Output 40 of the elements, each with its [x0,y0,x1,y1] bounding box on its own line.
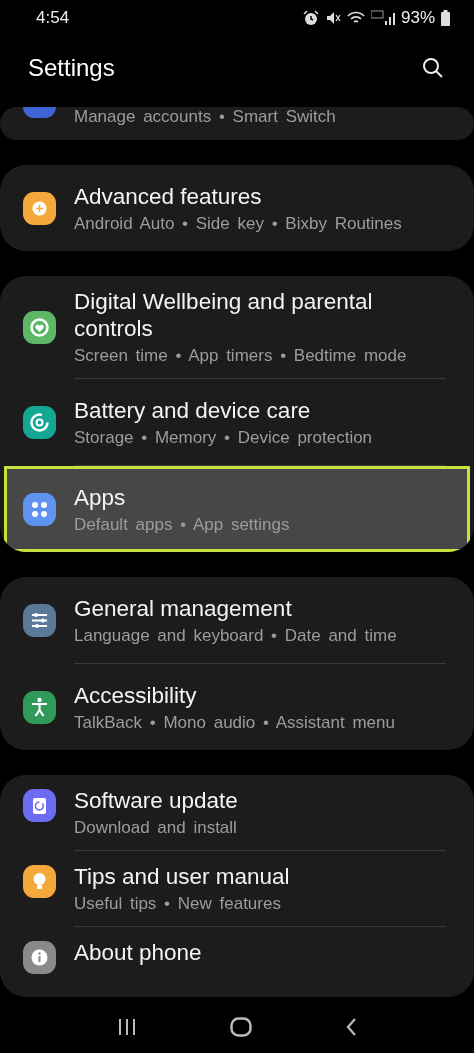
item-title: Apps [74,483,127,511]
item-subtitle: Useful tips • New features [74,894,282,914]
recent-apps-icon [116,1017,137,1036]
settings-item[interactable]: General management Language and keyboard • Date and time [0,577,474,663]
settings-item[interactable]: Digital Wellbeing and parental controls Screen time • App timers • Bedtime mode [0,276,474,378]
item-title: About phone [74,939,203,966]
settings-item[interactable]: Battery and device care Storage • Memory • Device protection [0,379,474,465]
settings-item[interactable]: Software update Download and install [0,775,474,850]
settings-item[interactable]: Advanced features Android Auto • Side key • Bixby Routines [0,165,474,251]
settings-item[interactable]: Accessibility TalkBack • Mono audio • Assistant menu [0,664,474,750]
signal-icon [370,10,395,26]
item-subtitle: Manage accounts • Smart Switch [74,107,337,127]
item-subtitle: Download and install [74,818,238,838]
item-subtitle: TalkBack • Mono audio • Assistant menu [74,712,396,733]
settings-item[interactable]: Tips and user manual Useful tips • New features [0,851,474,926]
page-title: Settings [28,54,116,82]
home-icon [230,1016,252,1037]
settings-item[interactable]: Manage accounts • Smart Switch [0,107,474,140]
item-title: Digital Wellbeing and parental controls [74,288,374,342]
battery-icon [441,10,450,26]
battery-percent: 93% [400,8,435,28]
item-title: Tips and user manual [74,863,291,890]
status-time: 4:54 [36,8,71,28]
item-subtitle: Android Auto • Side key • Bixby Routines [74,213,403,234]
mute-icon [324,10,341,26]
search-icon [422,57,444,79]
item-subtitle: Storage • Memory • Device protection [74,427,374,448]
item-title: Advanced features [74,182,263,210]
alarm-icon [302,10,319,26]
settings-item[interactable]: About phone [0,927,474,997]
item-subtitle: Default apps • App settings [74,514,291,535]
item-title: Battery and device care [74,396,312,424]
item-subtitle: Language and keyboard • Date and time [74,625,398,646]
wifi-icon [346,10,365,26]
item-title: Software update [74,787,239,814]
settings-item[interactable]: Apps Default apps • App settings [4,466,470,552]
item-title: General management [74,594,293,622]
back-icon [345,1016,358,1037]
item-subtitle: Screen time • App timers • Bedtime mode [74,346,408,366]
item-title: Accessibility [74,681,198,709]
